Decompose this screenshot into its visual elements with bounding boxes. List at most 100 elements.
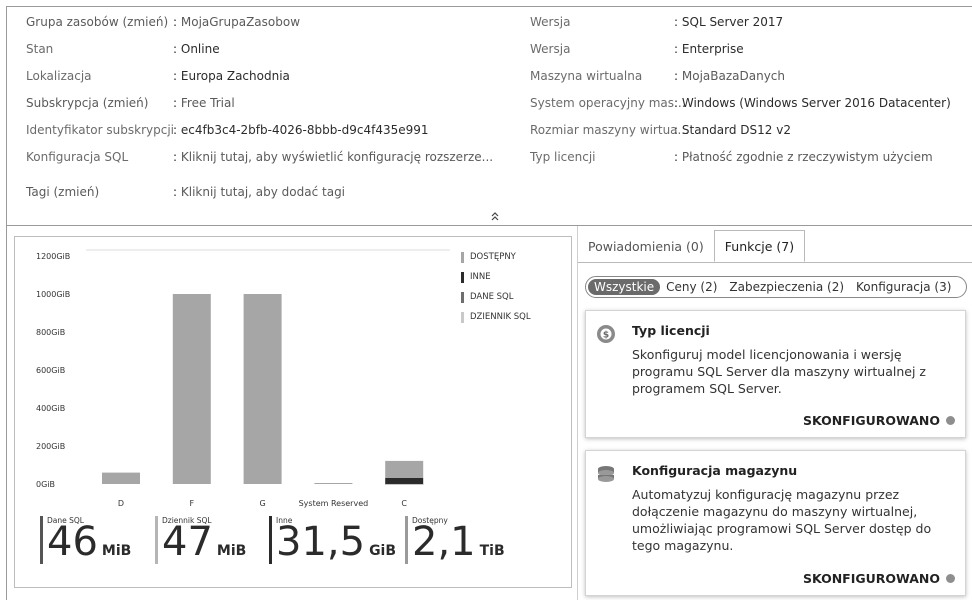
essentials-row: Wersja : Enterprise [530,38,744,60]
essentials-row: Subskrypcja (zmień) : Free Trial [26,92,235,114]
legend-label: DZIENNIK SQL [470,312,531,322]
essentials-row: Konfiguracja SQL : Kliknij tutaj, aby wy… [26,146,493,168]
stat-unit: TiB [479,543,505,559]
x-tick-label: F [189,499,194,508]
sql-config-label: Konfiguracja SQL [26,150,129,164]
legend-swatch [461,311,464,323]
bar-c-dziennik-sql[interactable] [385,483,424,485]
bar-d-dostępny[interactable] [102,472,140,484]
status-dot-icon [946,574,955,583]
bar-system-reserved[interactable] [314,483,353,484]
os-value: Windows (Windows Server 2016 Datacenter) [681,96,951,110]
stat-3: Dostępny 2,1 TiB [405,516,535,566]
legend-label: INNE [470,272,491,282]
bar-f-dostępny[interactable] [172,294,211,484]
stat-number: 31,5 [276,519,366,565]
stat-1: Dziennik SQL 47 MiB [155,516,285,566]
vm-size-value: Standard DS12 v2 [681,123,791,137]
essentials-row: Wersja : SQL Server 2017 [530,11,783,33]
separator: : [173,96,178,110]
stat-value: 47 MiB [162,520,246,573]
status-dot-icon [946,416,955,425]
essentials-panel: Grupa zasobów (zmień) : MojaGrupaZasobow… [16,6,966,226]
license-type-value[interactable]: Płatność zgodnie z rzeczywistym użyciem [682,150,933,164]
filter-pricing[interactable]: Ceny (2) [660,280,723,294]
svg-text:$: $ [603,331,609,341]
essentials-row: Typ licencji : Płatność zgodnie z rzeczy… [530,146,933,168]
chevron-double-up-icon[interactable] [490,211,500,221]
legend-item[interactable]: DANE SQL [461,287,531,307]
separator: : [674,69,679,83]
bar-c-inne[interactable] [385,477,424,484]
essentials-row: Rozmiar maszyny wirtua... : Standard DS1… [530,119,791,141]
feature-status: SKONFIGUROWANO [803,413,955,428]
stat-unit: MiB [216,543,247,559]
add-tags-link[interactable]: Kliknij tutaj, aby dodać tagi [181,185,345,199]
separator: : [173,42,178,56]
bar-g-dostępny[interactable] [243,294,282,484]
vm-link[interactable]: MojaBazaDanych [682,69,785,83]
stat-number: 2,1 [412,519,476,565]
separator: : [173,150,178,164]
filter-all[interactable]: Wszystkie [588,279,661,295]
filter-configuration[interactable]: Konfiguracja (3) [850,280,957,294]
feature-description: Skonfiguruj model licencjonowania i wers… [632,347,926,396]
y-tick-label: 400GiB [36,404,65,413]
y-tick-label: 800GiB [36,328,65,337]
subscription-label[interactable]: Subskrypcja (zmień) [26,96,173,110]
separator: : [674,150,679,164]
x-tick-label: System Reserved [299,499,369,508]
stat-number: 46 [47,519,98,565]
stat-color-bar [155,516,158,564]
feature-filter-pills: Wszystkie Ceny (2) Zabezpieczenia (2) Ko… [585,276,967,298]
essentials-row: Lokalizacja : Europa Zachodnia [26,65,290,87]
stat-value: 31,5 GiB [276,520,396,573]
separator: : [173,69,178,83]
vm-label: Maszyna wirtualna [530,69,643,83]
essentials-row: Maszyna wirtualna : MojaBazaDanych [530,65,785,87]
essentials-row: Tagi (zmień) : Kliknij tutaj, aby dodać … [26,181,345,203]
separator: : [674,42,679,56]
legend-swatch [461,251,464,263]
edition-value: Enterprise [681,42,744,56]
filter-security[interactable]: Zabezpieczenia (2) [723,280,850,294]
resource-group-label[interactable]: Grupa zasobów (zmień) [26,15,173,29]
chart-legend: DOSTĘPNY INNE DANE SQL DZIENNIK SQL [461,247,531,327]
vm-size-label: Rozmiar maszyny wirtua... [530,123,689,137]
bar-c-dostępny[interactable] [385,460,424,478]
storage-bar-chart: 1200GiB 1000GiB 800GiB 600GiB 400GiB 200GiB 0G… [36,249,450,508]
legend-swatch [461,271,464,283]
tab-notifications[interactable]: Powiadomienia (0) [578,230,714,262]
tab-features[interactable]: Funkcje (7) [713,230,806,262]
stat-2: Inne 31,5 GiB [269,516,399,566]
separator: : [173,15,178,29]
stat-color-bar [40,516,43,564]
subscription-id-label: Identyfikator subskrypcji [26,123,174,137]
tags-label[interactable]: Tagi (zmień) [26,185,173,199]
panel-separator [577,226,578,600]
feature-card-storage[interactable]: Konfiguracja magazynu Automatyzuj konfig… [585,450,966,596]
stat-value: 2,1 TiB [412,520,505,573]
edition-label: Wersja [530,42,571,56]
legend-item[interactable]: DZIENNIK SQL [461,307,531,327]
y-tick-label: 200GiB [36,442,65,451]
feature-status: SKONFIGUROWANO [803,571,955,586]
subscription-value[interactable]: Free Trial [181,96,235,110]
legend-item[interactable]: DOSTĘPNY [461,247,531,267]
stat-number: 47 [162,519,213,565]
essentials-row: Grupa zasobów (zmień) : MojaGrupaZasobow [26,11,300,33]
stat-color-bar [269,516,272,564]
status-label: Stan [26,42,54,56]
location-label: Lokalizacja [26,69,92,83]
y-tick-label: 0GiB [36,480,55,489]
sql-config-link[interactable]: Kliknij tutaj, aby wyświetlić konfigurac… [181,150,493,164]
version-value: SQL Server 2017 [681,15,784,29]
x-tick-label: G [259,499,265,508]
feature-card-license[interactable]: $ Typ licencji Skonfiguruj model licencj… [585,310,966,438]
stat-unit: GiB [369,543,397,559]
status-value: Online [180,42,220,56]
legend-label: DANE SQL [470,292,514,302]
os-label: System operacyjny mas... [530,96,686,110]
resource-group-value[interactable]: MojaGrupaZasobow [181,15,300,29]
legend-item[interactable]: INNE [461,267,531,287]
